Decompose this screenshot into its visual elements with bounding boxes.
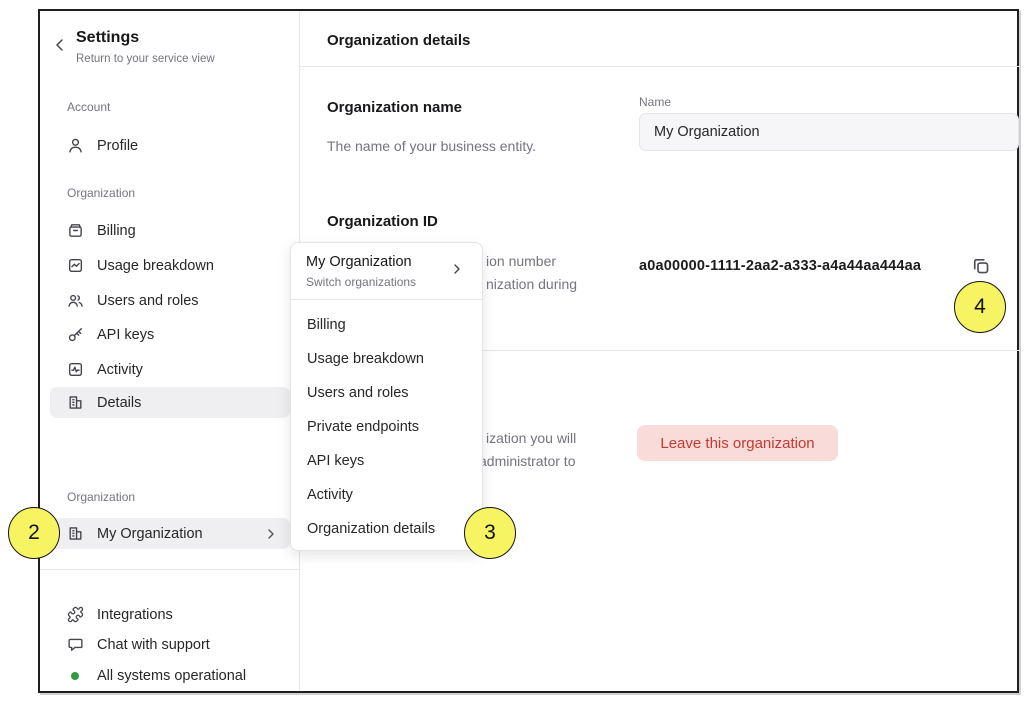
user-icon: [67, 137, 84, 154]
sidebar-item-usage-breakdown[interactable]: Usage breakdown: [50, 250, 290, 281]
dropdown-item-activity[interactable]: Activity: [291, 478, 482, 512]
section-label-account: Account: [67, 100, 110, 114]
sidebar-item-api-keys[interactable]: API keys: [50, 319, 290, 350]
key-icon: [67, 326, 84, 343]
sidebar-item-label: Profile: [97, 138, 138, 154]
sidebar-item-my-organization[interactable]: My Organization: [50, 518, 290, 549]
leave-description-fragment: ization you will: [486, 430, 576, 446]
sidebar-item-label: Integrations: [97, 607, 173, 623]
sidebar-item-label: Details: [97, 395, 141, 411]
org-name-description: The name of your business entity.: [327, 138, 536, 154]
organization-switcher-dropdown: My Organization Switch organizations Bil…: [290, 242, 483, 551]
sidebar-item-integrations[interactable]: Integrations: [50, 599, 290, 630]
sidebar-item-label: My Organization: [97, 526, 203, 542]
dropdown-item-private-endpoints[interactable]: Private endpoints: [291, 410, 482, 444]
annotation-step-3: 3: [464, 507, 516, 559]
leave-description-fragment: administrator to: [479, 453, 575, 469]
status-dot: [67, 667, 84, 684]
sidebar-item-label: Chat with support: [97, 637, 210, 653]
annotation-step-2: 2: [8, 507, 60, 559]
dropdown-subtitle: Switch organizations: [306, 275, 416, 289]
app-window: Settings Return to your service view Acc…: [38, 9, 1019, 693]
sidebar-item-label: Activity: [97, 362, 143, 378]
activity-icon: [67, 361, 84, 378]
sidebar-item-users-and-roles[interactable]: Users and roles: [50, 285, 290, 316]
name-field-label: Name: [639, 95, 671, 109]
page-title: Organization details: [327, 32, 470, 49]
back-chevron-icon[interactable]: [55, 38, 69, 52]
section-label-organization: Organization: [67, 186, 135, 200]
sidebar-title: Settings: [76, 29, 139, 47]
users-icon: [67, 292, 84, 309]
leave-organization-button[interactable]: Leave this organization: [637, 425, 838, 461]
dropdown-item-organization-details[interactable]: Organization details: [291, 512, 482, 546]
dropdown-item-usage-breakdown[interactable]: Usage breakdown: [291, 342, 482, 376]
sidebar-item-label: All systems operational: [97, 668, 246, 684]
sidebar-item-label: Usage breakdown: [97, 258, 214, 274]
section-label-organization-2: Organization: [67, 490, 135, 504]
sidebar-divider: [40, 569, 300, 570]
dropdown-title: My Organization: [306, 254, 412, 270]
dropdown-item-list: Billing Usage breakdown Users and roles …: [291, 300, 482, 552]
sidebar-item-system-status[interactable]: All systems operational: [50, 660, 290, 691]
sidebar-item-details[interactable]: Details: [50, 387, 290, 418]
annotation-step-4: 4: [954, 281, 1006, 333]
org-name-section-title: Organization name: [327, 99, 462, 116]
dropdown-item-api-keys[interactable]: API keys: [291, 444, 482, 478]
sidebar-subtitle[interactable]: Return to your service view: [76, 53, 215, 65]
chevron-right-icon: [266, 529, 276, 539]
organization-name-input[interactable]: [639, 113, 1019, 151]
organization-icon: [67, 394, 84, 411]
sidebar-item-profile[interactable]: Profile: [50, 130, 290, 161]
billing-icon: [67, 222, 84, 239]
sidebar-item-label: API keys: [97, 327, 154, 343]
dropdown-header-my-organization[interactable]: My Organization Switch organizations: [291, 243, 482, 300]
settings-sidebar: Settings Return to your service view Acc…: [40, 11, 300, 691]
dropdown-item-users-and-roles[interactable]: Users and roles: [291, 376, 482, 410]
usage-chart-icon: [67, 257, 84, 274]
org-id-description-fragment: nization during: [486, 276, 577, 292]
org-id-description-fragment: ion number: [486, 253, 556, 269]
org-id-section-title: Organization ID: [327, 213, 438, 230]
organization-id-value: a0a00000-1111-2aa2-a333-a4a44aa444aa: [639, 258, 921, 274]
sidebar-item-label: Users and roles: [97, 293, 199, 309]
chat-icon: [67, 636, 84, 653]
sidebar-item-billing[interactable]: Billing: [50, 215, 290, 246]
header-divider: [300, 66, 1021, 67]
sidebar-item-chat-with-support[interactable]: Chat with support: [50, 629, 290, 660]
chevron-right-icon: [452, 264, 462, 274]
sidebar-item-label: Billing: [97, 223, 136, 239]
organization-icon: [67, 525, 84, 542]
sidebar-item-activity[interactable]: Activity: [50, 354, 290, 385]
dropdown-item-billing[interactable]: Billing: [291, 308, 482, 342]
copy-icon[interactable]: [971, 256, 991, 276]
puzzle-icon: [67, 606, 84, 623]
